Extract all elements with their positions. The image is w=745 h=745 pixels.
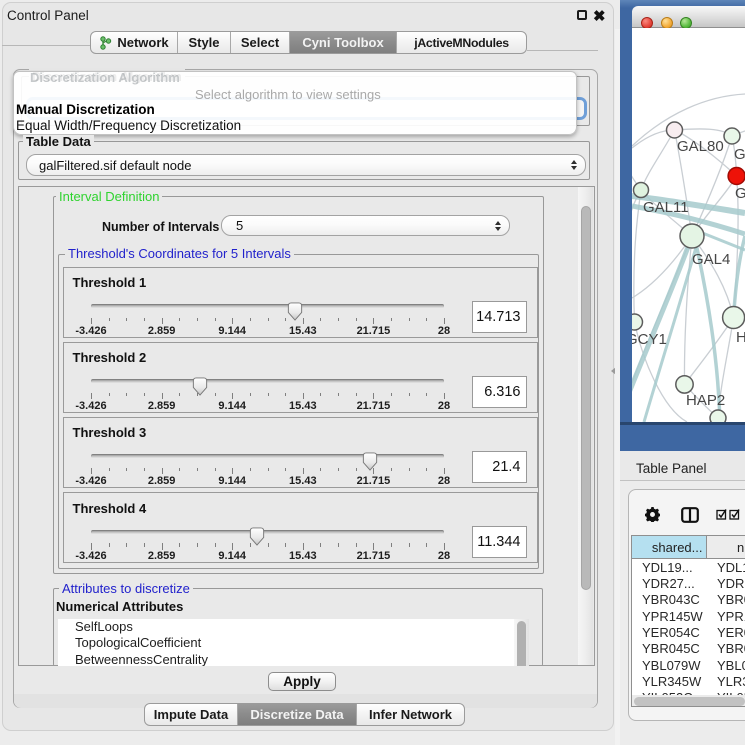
svg-text:G: G <box>735 185 745 202</box>
svg-text:HAP2: HAP2 <box>686 392 725 409</box>
svg-text:GA: GA <box>734 146 745 163</box>
svg-text:GAL4: GAL4 <box>692 251 730 268</box>
svg-text:GAL11: GAL11 <box>643 199 689 216</box>
svg-text:GAL80: GAL80 <box>677 138 724 155</box>
svg-text:H: H <box>736 329 745 346</box>
svg-text:GCY1: GCY1 <box>632 331 667 348</box>
